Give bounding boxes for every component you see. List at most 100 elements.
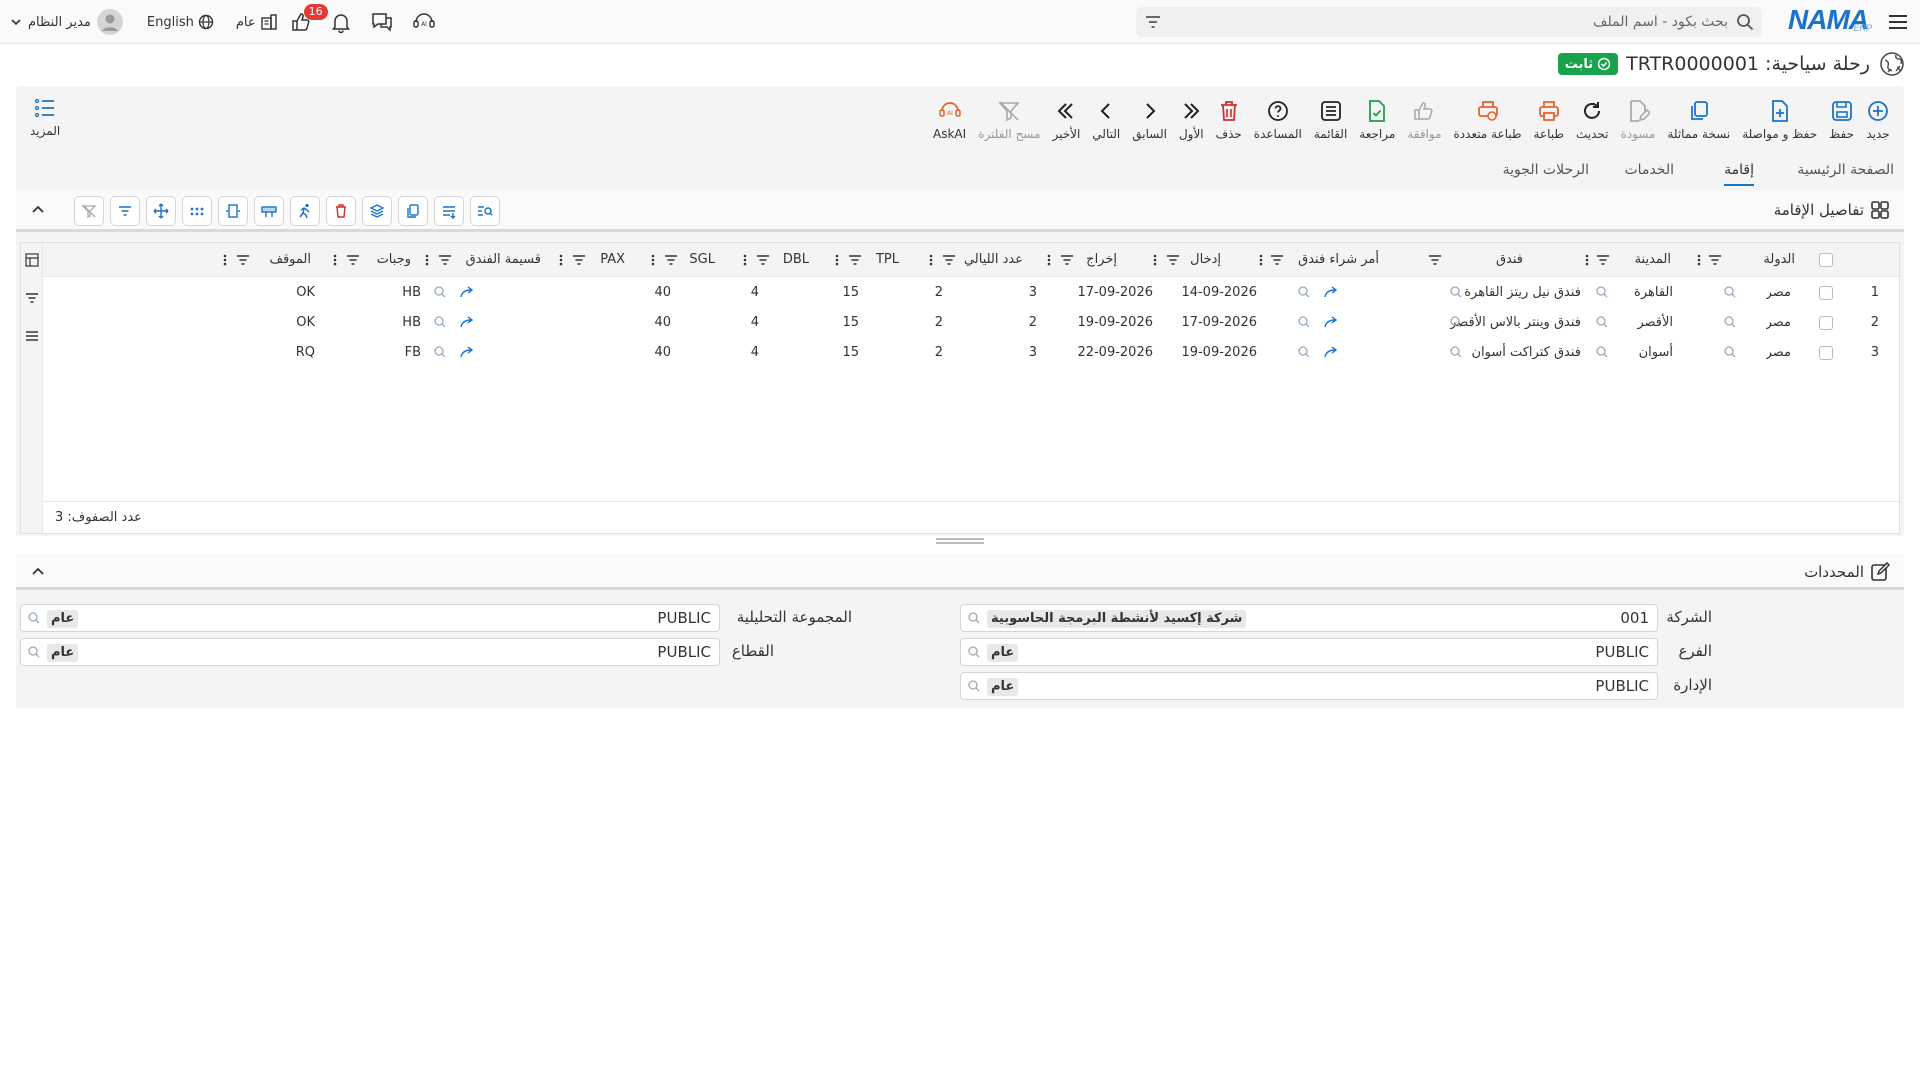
cell-nights[interactable]: 2 [1029, 308, 1037, 338]
print-button[interactable]: طباعة [1528, 86, 1570, 154]
cell-tpl[interactable]: 2 [935, 278, 943, 308]
copy-row-icon[interactable] [398, 196, 428, 226]
list-button[interactable]: القائمة [1308, 86, 1353, 154]
column-filter-icon[interactable] [757, 255, 769, 265]
more-button[interactable]: المزيد [30, 96, 60, 138]
column-filter-icon[interactable] [347, 255, 359, 265]
side-menu-icon[interactable] [25, 329, 39, 343]
col-header-meals[interactable]: وجبات [377, 243, 411, 277]
cell-tpl[interactable]: 2 [935, 308, 943, 338]
col-header-city[interactable]: المدينة [1635, 243, 1671, 277]
column-filter-icon[interactable] [849, 255, 861, 265]
col-header-dbl[interactable]: DBL [783, 243, 809, 277]
cell-meals[interactable]: FB [405, 338, 421, 368]
save-button[interactable]: حفظ [1823, 86, 1860, 154]
row-checkbox[interactable] [1819, 316, 1833, 330]
cell-nights[interactable]: 3 [1029, 278, 1037, 308]
dots-grid-icon[interactable] [182, 196, 212, 226]
language-switch[interactable]: English [147, 14, 214, 30]
review-button[interactable]: مراجعة [1353, 86, 1401, 154]
lookup-icon[interactable] [1449, 345, 1463, 359]
column-filter-icon[interactable] [1167, 255, 1179, 265]
open-link-icon[interactable] [1323, 315, 1339, 329]
lookup-icon[interactable] [1449, 285, 1463, 299]
col-header-pax[interactable]: PAX [600, 243, 625, 277]
lookup-icon[interactable] [1297, 285, 1311, 299]
column-filter-icon[interactable] [1271, 255, 1283, 265]
lookup-icon[interactable] [1449, 315, 1463, 329]
column-filter-icon[interactable] [1429, 255, 1441, 265]
layers-icon[interactable] [362, 196, 392, 226]
collapse-chevron-icon[interactable] [30, 202, 46, 218]
last-record-button[interactable]: الأخير [1046, 86, 1086, 154]
cell-status[interactable]: OK [296, 278, 315, 308]
askai-button[interactable]: AI AskAI [927, 86, 972, 154]
next-record-button[interactable]: التالي [1086, 86, 1126, 154]
first-record-button[interactable]: الأول [1173, 86, 1210, 154]
clear-grid-filter-icon[interactable] [74, 196, 104, 226]
save-and-continue-button[interactable]: حفظ و مواصلة [1736, 86, 1823, 154]
row-checkbox[interactable] [1819, 286, 1833, 300]
table-row[interactable]: 1 مصر القاهرة فندق نيل ريتز القاهرة 14-0… [43, 278, 1899, 308]
columns-icon[interactable] [25, 253, 39, 267]
run-icon[interactable] [290, 196, 320, 226]
refresh-button[interactable]: تحديث [1570, 86, 1615, 154]
cell-status[interactable]: OK [296, 308, 315, 338]
lookup-icon[interactable] [1297, 345, 1311, 359]
cell-hotel[interactable]: فندق نيل ريتز القاهرة [1464, 278, 1581, 308]
messages-button[interactable] [370, 11, 394, 33]
scope-selector[interactable]: عام [236, 13, 278, 31]
col-header-sgl[interactable]: SGL [689, 243, 715, 277]
column-menu-icon[interactable] [1697, 254, 1701, 266]
open-link-icon[interactable] [459, 285, 475, 299]
open-link-icon[interactable] [459, 315, 475, 329]
multi-print-button[interactable]: طباعة متعددة [1448, 86, 1528, 154]
tab-home[interactable]: الصفحة الرئيسية [1797, 162, 1894, 184]
cell-pax[interactable]: 40 [654, 278, 671, 308]
analysis-group-field[interactable]: PUBLIC عام [20, 604, 720, 632]
cell-sgl[interactable]: 4 [751, 278, 759, 308]
move-icon[interactable] [146, 196, 176, 226]
search-input[interactable] [1208, 7, 1728, 37]
company-field[interactable]: 001 شركة إكسيد لأنشطة البرمجة الحاسوبية [960, 604, 1658, 632]
column-menu-icon[interactable] [1585, 254, 1589, 266]
column-filter-icon[interactable] [439, 255, 451, 265]
lookup-icon[interactable] [433, 315, 447, 329]
cell-tpl[interactable]: 2 [935, 338, 943, 368]
lookup-icon[interactable] [1595, 315, 1609, 329]
ai-assistant-button[interactable]: AI [412, 11, 436, 33]
grid-filter-icon[interactable] [110, 196, 140, 226]
notifications-button[interactable] [330, 11, 352, 33]
approve-button[interactable]: موافقة [1401, 86, 1447, 154]
delete-button[interactable]: حذف [1210, 86, 1248, 154]
cell-sgl[interactable]: 4 [751, 338, 759, 368]
help-button[interactable]: المساعدة [1248, 86, 1308, 154]
cell-pax[interactable]: 40 [654, 338, 671, 368]
draft-button[interactable]: مسودة [1614, 86, 1661, 154]
search-icon[interactable] [1736, 13, 1754, 31]
col-header-country[interactable]: الدولة [1763, 243, 1795, 277]
hamburger-menu-icon[interactable] [1886, 10, 1910, 34]
column-menu-icon[interactable] [651, 254, 655, 266]
lookup-icon[interactable] [1595, 345, 1609, 359]
column-filter-icon[interactable] [573, 255, 585, 265]
col-header-status[interactable]: الموقف [270, 243, 311, 277]
cell-status[interactable]: RQ [296, 338, 315, 368]
table-row[interactable]: 3 مصر أسوان فندق كتراكت أسوان 19-09-2026… [43, 338, 1899, 368]
filter-icon[interactable] [1144, 14, 1162, 30]
branch-field[interactable]: PUBLIC عام [960, 638, 1658, 666]
column-menu-icon[interactable] [929, 254, 933, 266]
cell-checkin[interactable]: 19-09-2026 [1181, 338, 1257, 368]
cell-dbl[interactable]: 15 [842, 308, 859, 338]
lookup-icon[interactable] [433, 345, 447, 359]
column-menu-icon[interactable] [559, 254, 563, 266]
department-field[interactable]: PUBLIC عام [960, 672, 1658, 700]
column-filter-icon[interactable] [1061, 255, 1073, 265]
lookup-icon[interactable] [433, 285, 447, 299]
cell-hotel[interactable]: فندق وينتر بالاس الأقصر [1450, 308, 1581, 338]
lookup-icon[interactable] [27, 645, 41, 659]
previous-record-button[interactable]: السابق [1126, 86, 1173, 154]
cell-city[interactable]: القاهرة [1634, 278, 1673, 308]
column-filter-icon[interactable] [1709, 255, 1721, 265]
cell-checkout[interactable]: 17-09-2026 [1077, 278, 1153, 308]
